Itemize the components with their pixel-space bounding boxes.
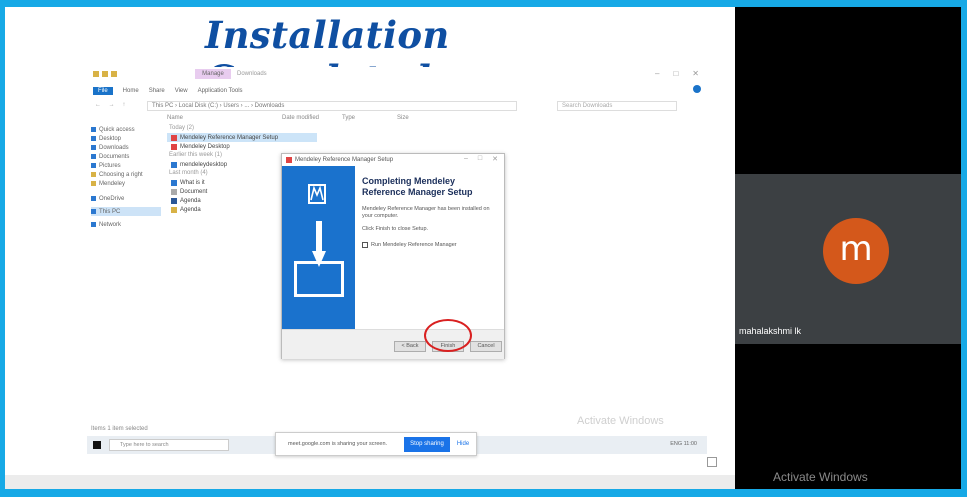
maximize-icon[interactable]: □ bbox=[478, 155, 482, 163]
nav-item[interactable]: Mendeley bbox=[91, 179, 161, 188]
computer-icon bbox=[91, 209, 96, 214]
nav-item[interactable]: Pictures bbox=[91, 161, 161, 170]
desktop-icon bbox=[91, 136, 96, 141]
column-size[interactable]: Size bbox=[397, 115, 437, 124]
dialog-banner bbox=[282, 166, 355, 329]
column-date[interactable]: Date modified bbox=[282, 115, 342, 124]
system-tray[interactable]: ENG 11:00 bbox=[670, 441, 697, 447]
screen-share-notice: meet.google.com is sharing your screen. … bbox=[275, 432, 477, 456]
address-row: ← → ↑ This PC › Local Disk (C:) › Users … bbox=[87, 100, 707, 112]
folder-icon bbox=[91, 181, 96, 186]
explorer-status-bar: Items 1 item selected bbox=[91, 426, 148, 432]
screen-share-frame: Installation Completed Manage Downloads … bbox=[5, 7, 961, 489]
mendeley-logo-icon bbox=[308, 184, 326, 204]
column-headers: Name Date modified Type Size bbox=[167, 115, 687, 124]
fullscreen-icon[interactable] bbox=[707, 457, 717, 467]
activate-windows-watermark: Activate Windows bbox=[773, 470, 868, 484]
nav-item[interactable]: Choosing a right bbox=[91, 170, 161, 179]
nav-arrows-icon[interactable]: ← → ↑ bbox=[95, 102, 128, 108]
list-item[interactable]: Mendeley Desktop bbox=[167, 142, 687, 151]
windows-start-icon[interactable] bbox=[93, 441, 101, 449]
back-button[interactable]: < Back bbox=[394, 341, 426, 352]
close-icon[interactable]: ✕ bbox=[692, 69, 699, 78]
participant-panel: m mahalakshmi lk Activate Windows bbox=[735, 7, 961, 489]
dialog-heading: Completing Mendeley Reference Manager Se… bbox=[362, 176, 473, 197]
star-icon bbox=[91, 127, 96, 132]
highlight-circle bbox=[424, 319, 472, 352]
checkbox-label: Run Mendeley Reference Manager bbox=[371, 242, 457, 248]
menu-home[interactable]: Home bbox=[123, 88, 139, 94]
nav-item[interactable]: Documents bbox=[91, 152, 161, 161]
minimize-icon[interactable]: – bbox=[464, 155, 468, 163]
group-header[interactable]: Today (2) bbox=[169, 124, 687, 133]
window-controls[interactable]: – □ ✕ bbox=[655, 69, 699, 78]
address-bar[interactable]: This PC › Local Disk (C:) › Users › ... … bbox=[147, 101, 517, 111]
navigation-pane: Quick access Desktop Downloads Documents… bbox=[91, 125, 161, 229]
share-message: meet.google.com is sharing your screen. bbox=[288, 441, 388, 447]
folder-icon bbox=[91, 172, 96, 177]
checkbox-box[interactable] bbox=[362, 242, 368, 248]
cancel-button[interactable]: Cancel bbox=[470, 341, 502, 352]
file-icon bbox=[171, 161, 177, 168]
dialog-controls[interactable]: – □ ✕ bbox=[464, 155, 498, 163]
search-input[interactable]: Search Downloads bbox=[557, 101, 677, 111]
document-icon bbox=[91, 154, 96, 159]
list-item[interactable]: Mendeley Reference Manager Setup bbox=[167, 133, 317, 142]
cloud-icon bbox=[91, 196, 96, 201]
column-name[interactable]: Name bbox=[167, 115, 282, 124]
dialog-title: Mendeley Reference Manager Setup bbox=[295, 157, 394, 163]
close-icon[interactable]: ✕ bbox=[492, 155, 498, 163]
app-icon bbox=[286, 157, 292, 163]
setup-dialog: Mendeley Reference Manager Setup – □ ✕ C… bbox=[281, 153, 505, 359]
activate-windows-watermark: Activate Windows bbox=[577, 415, 664, 427]
dialog-instruction: Click Finish to close Setup. bbox=[362, 226, 429, 232]
monitor-icon bbox=[294, 261, 344, 297]
ribbon-menu: File Home Share View Application Tools bbox=[87, 85, 707, 97]
help-icon[interactable] bbox=[693, 85, 701, 93]
shared-screen: Installation Completed Manage Downloads … bbox=[5, 7, 735, 489]
network-icon bbox=[91, 222, 96, 227]
manage-tab[interactable]: Manage bbox=[195, 69, 231, 79]
quick-access-toolbar[interactable] bbox=[93, 71, 133, 79]
download-icon bbox=[91, 145, 96, 150]
bottom-strip bbox=[5, 475, 735, 489]
installer-icon bbox=[171, 134, 177, 141]
dialog-message: Mendeley Reference Manager has been inst… bbox=[362, 206, 490, 219]
menu-file[interactable]: File bbox=[93, 87, 113, 95]
file-icon bbox=[171, 188, 177, 195]
nav-item[interactable]: OneDrive bbox=[91, 194, 161, 203]
file-icon bbox=[171, 179, 177, 186]
participant-tile[interactable]: m mahalakshmi lk bbox=[735, 174, 961, 344]
picture-icon bbox=[91, 163, 96, 168]
taskbar-search-input[interactable]: Type here to search bbox=[109, 439, 229, 451]
nav-item[interactable]: Network bbox=[91, 220, 161, 229]
menu-view[interactable]: View bbox=[175, 88, 188, 94]
menu-share[interactable]: Share bbox=[149, 88, 165, 94]
run-app-checkbox[interactable]: Run Mendeley Reference Manager bbox=[362, 242, 457, 248]
minimize-icon[interactable]: – bbox=[655, 69, 659, 78]
nav-item[interactable]: This PC bbox=[91, 207, 161, 216]
maximize-icon[interactable]: □ bbox=[673, 69, 678, 78]
word-file-icon bbox=[171, 197, 177, 204]
avatar: m bbox=[823, 218, 889, 284]
file-icon bbox=[171, 206, 177, 213]
nav-item[interactable]: Desktop bbox=[91, 134, 161, 143]
nav-item[interactable]: Quick access bbox=[91, 125, 161, 134]
participant-name: mahalakshmi lk bbox=[739, 326, 802, 336]
menu-application-tools[interactable]: Application Tools bbox=[198, 88, 243, 94]
hide-button[interactable]: Hide bbox=[454, 437, 472, 452]
installer-icon bbox=[171, 143, 177, 150]
nav-item[interactable]: Downloads bbox=[91, 143, 161, 152]
column-type[interactable]: Type bbox=[342, 115, 397, 124]
window-title: Downloads bbox=[237, 71, 267, 77]
stop-sharing-button[interactable]: Stop sharing bbox=[404, 437, 450, 452]
